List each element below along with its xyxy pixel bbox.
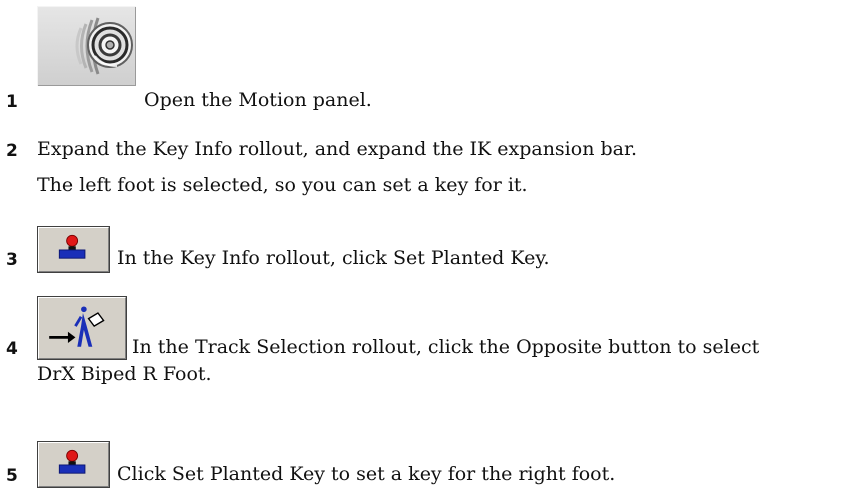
step-number: 5 — [6, 466, 18, 486]
step-text: In the Track Selection rollout, click th… — [132, 336, 760, 358]
step-number: 1 — [6, 92, 18, 112]
step-number: 2 — [6, 141, 18, 161]
step-number: 3 — [6, 250, 18, 270]
planted-key-graphic — [58, 449, 86, 474]
set-planted-key-icon[interactable] — [37, 441, 110, 488]
step-text: Expand the Key Info rollout, and expand … — [37, 138, 637, 160]
set-planted-key-icon[interactable] — [37, 226, 110, 273]
opposite-track-graphic — [49, 306, 105, 347]
planted-key-graphic — [58, 234, 86, 259]
step-number: 4 — [6, 339, 18, 359]
step-text: In the Key Info rollout, click Set Plant… — [117, 247, 550, 269]
step-text-continued: DrX Biped R Foot. — [37, 363, 212, 385]
motion-panel-icon[interactable] — [37, 6, 136, 86]
step-text: Open the Motion panel. — [144, 89, 372, 111]
step-text: Click Set Planted Key to set a key for t… — [117, 463, 616, 485]
opposite-track-icon[interactable] — [37, 296, 127, 360]
motion-panel-graphic — [75, 17, 133, 75]
step-note: The left foot is selected, so you can se… — [37, 174, 528, 196]
